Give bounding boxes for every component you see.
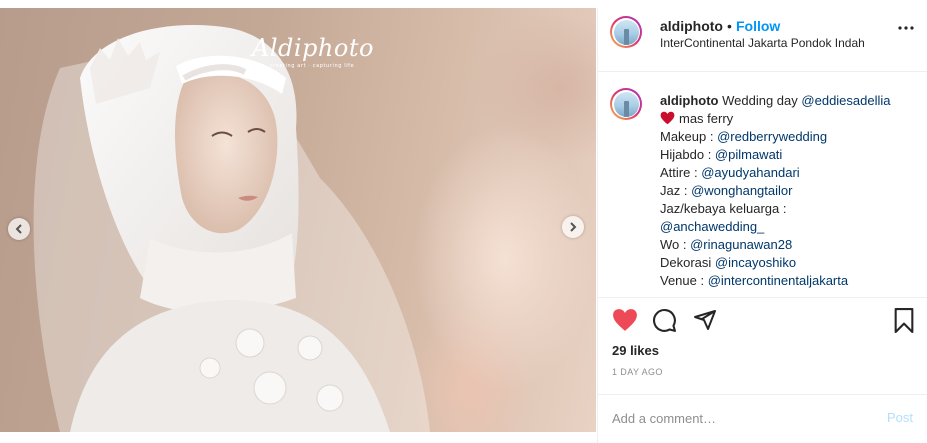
post-timestamp[interactable]: 1 DAY AGO [612,367,663,377]
bookmark-icon[interactable] [893,308,915,333]
caption-mention[interactable]: @eddiesadellia [801,93,890,108]
watermark-title: Aldiphoto [252,34,374,62]
header-username[interactable]: aldiphoto [660,18,723,34]
credit-mention[interactable]: @intercontinentaljakarta [708,273,848,288]
heart-emoji-icon [660,111,675,125]
chevron-left-icon [15,224,22,234]
credit-label: Makeup : [660,129,718,144]
credit-label: Jaz/kebaya keluarga : [660,201,787,216]
caption-username[interactable]: aldiphoto [660,93,719,108]
credit-mention[interactable]: @incayoshiko [715,255,796,270]
caption-text-2: mas ferry [679,111,734,126]
header-avatar[interactable] [610,16,642,48]
post-details-panel: aldiphoto • Follow InterContinental Jaka… [597,8,927,443]
caption-avatar[interactable] [610,88,642,120]
chevron-right-icon [570,222,577,232]
credit-label: Hijabdo : [660,147,715,162]
previous-photo-button[interactable] [8,218,30,240]
credit-mention[interactable]: @anchawedding_ [660,219,764,234]
credit-label: Dekorasi [660,255,715,270]
follow-button[interactable]: Follow [736,18,780,34]
bride-illustration [33,25,431,432]
credit-mention[interactable]: @redberrywedding [717,129,827,144]
heart-icon[interactable] [612,308,638,332]
credit-mention[interactable]: @pilmawati [715,147,782,162]
post-photo[interactable]: Aldiphoto creating art · capturing life [0,8,596,432]
credit-label: Wo : [660,237,691,252]
post-comment-button[interactable]: Post [887,410,913,425]
watermark-subtitle: creating art · capturing life [269,63,355,69]
credit-label: Attire : [660,165,702,180]
comment-divider [598,394,927,395]
caption-text: Wedding day [722,93,798,108]
header-divider [598,71,927,72]
likes-count[interactable]: 29 likes [612,343,659,358]
credit-mention[interactable]: @wonghangtailor [691,183,792,198]
location-link[interactable]: InterContinental Jakarta Pondok Indah [660,36,865,50]
comment-icon[interactable] [652,308,677,333]
share-icon[interactable] [693,308,717,332]
credit-mention[interactable]: @ayudyahandari [701,165,799,180]
header-separator: • [727,18,732,34]
caption: aldiphoto Wedding day @eddiesadellia mas… [660,92,910,290]
more-icon[interactable] [898,26,914,30]
credit-mention[interactable]: @rinagunawan28 [690,237,792,252]
comment-input[interactable] [612,408,852,428]
actions-divider [598,297,927,298]
credit-label: Jaz : [660,183,692,198]
credit-label: Venue : [660,273,708,288]
next-photo-button[interactable] [562,216,584,238]
